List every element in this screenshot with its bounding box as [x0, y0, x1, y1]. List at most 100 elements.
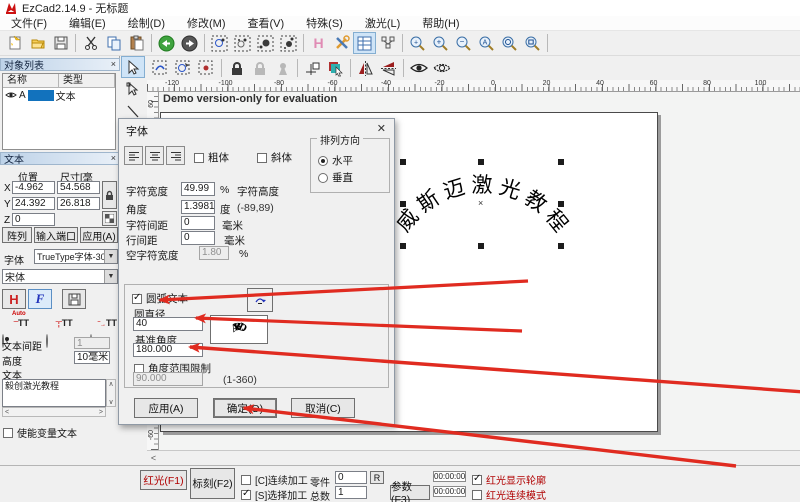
select-tool-button[interactable] [121, 56, 145, 78]
chevron-down-icon[interactable]: ▼ [104, 250, 117, 263]
selection-handle[interactable] [558, 243, 564, 249]
align-left-button[interactable] [124, 146, 143, 165]
canvas-hscrollbar[interactable]: < [147, 450, 800, 464]
menu-item[interactable]: 帮助(H) [411, 15, 470, 31]
scroll-left-icon[interactable]: < [5, 409, 9, 416]
undo-button[interactable] [155, 32, 178, 54]
menu-item[interactable]: 编辑(E) [58, 15, 117, 31]
continuous-mode-checkbox[interactable]: [C]连续加工 [241, 472, 308, 487]
save-style-button[interactable] [62, 289, 86, 309]
angle-limit-field[interactable]: 90.000 [133, 372, 203, 386]
zoom-in-button[interactable]: + [429, 32, 452, 54]
text-vscrollbar[interactable]: ∧∨ [106, 379, 116, 407]
dialog-cancel-button[interactable]: 取消(C) [291, 398, 355, 418]
menu-item[interactable]: 绘制(D) [117, 15, 176, 31]
snap-grid-button[interactable] [301, 57, 324, 79]
redo-button[interactable] [178, 32, 201, 54]
select-all-button[interactable] [149, 57, 172, 79]
char-width-field[interactable]: 49.99 [181, 182, 215, 196]
select-mode-checkbox[interactable]: [S]选择加工 [241, 487, 307, 502]
scroll-right-icon[interactable]: > [99, 409, 103, 416]
open-file-button[interactable] [26, 32, 49, 54]
display-dots-1-button[interactable] [208, 32, 231, 54]
show-preview-button[interactable] [407, 57, 430, 79]
diameter-field[interactable]: 40 [133, 317, 203, 331]
font-type-combo[interactable]: TrueType字体-30 ▼ [34, 249, 118, 264]
dialog-apply-button[interactable]: 应用(A) [134, 398, 198, 418]
mark-button[interactable]: 标刻(F2) [190, 468, 235, 499]
menu-item[interactable]: 查看(V) [237, 15, 296, 31]
scroll-up-icon[interactable]: ∧ [108, 380, 113, 388]
invert-select-button[interactable] [172, 57, 195, 79]
height-field[interactable]: 10毫米 [74, 351, 110, 364]
italic-checkbox[interactable]: 斜体 [257, 150, 292, 165]
deselect-button[interactable] [195, 57, 218, 79]
spacing-char-radio[interactable] [46, 334, 48, 348]
zoom-selection-button[interactable] [498, 32, 521, 54]
bring-cursor-button[interactable] [324, 57, 347, 79]
node-edit-tool-button[interactable] [121, 78, 145, 100]
object-color-swatch[interactable] [28, 90, 54, 101]
hatch-text-button[interactable]: H [2, 289, 26, 309]
selection-handle[interactable] [478, 159, 484, 165]
copy-button[interactable] [102, 32, 125, 54]
y-position-field[interactable]: 24.392 [12, 197, 55, 210]
vertical-radio[interactable]: 垂直 [318, 170, 353, 185]
zoom-window-button[interactable]: + [406, 32, 429, 54]
params-table-button[interactable] [353, 32, 376, 54]
scroll-left-icon[interactable]: < [147, 451, 160, 464]
object-row[interactable]: A 文本 [3, 88, 115, 102]
input-port-button[interactable]: 输入端口 [34, 227, 78, 243]
char-space-field[interactable]: 0 [181, 216, 215, 230]
cut-button[interactable] [79, 32, 102, 54]
menu-item[interactable]: 特殊(S) [295, 15, 354, 31]
show-path-button[interactable] [430, 57, 453, 79]
angle-field[interactable]: 1.39811 [181, 200, 215, 214]
save-file-button[interactable] [49, 32, 72, 54]
red-continuous-checkbox[interactable]: 红光连续模式 [472, 487, 546, 502]
selection-handle[interactable] [558, 201, 564, 207]
close-icon[interactable]: × [111, 154, 116, 163]
text-content-area[interactable]: 毅创激光教程 [2, 379, 106, 407]
selection-handle[interactable] [400, 243, 406, 249]
anchor-grid-button[interactable] [102, 211, 117, 226]
menu-item[interactable]: 文件(F) [0, 15, 58, 31]
zoom-all-button[interactable]: A [475, 32, 498, 54]
close-icon[interactable]: × [111, 60, 116, 69]
bold-checkbox[interactable]: 粗体 [194, 150, 229, 165]
red-light-button[interactable]: 红光(F1) [140, 470, 187, 490]
mirror-horizontal-button[interactable] [354, 57, 377, 79]
circle-text-checkbox[interactable]: 圆弧文本 [132, 291, 188, 306]
mirror-vertical-button[interactable] [377, 57, 400, 79]
zoom-page-button[interactable] [521, 32, 544, 54]
arc-preview-button[interactable]: ABCD [210, 315, 268, 344]
font-name-combo[interactable]: 宋体 ▼ [2, 269, 118, 284]
display-dots-2-button[interactable] [231, 32, 254, 54]
dialog-close-icon[interactable]: ✕ [377, 122, 386, 135]
column-type[interactable]: 类型 [59, 74, 115, 88]
text-direction-toggle-button[interactable] [247, 288, 273, 312]
display-dots-4-button[interactable] [277, 32, 300, 54]
lock-disabled-button[interactable] [248, 57, 271, 79]
params-button[interactable]: 参数(F3) [390, 485, 430, 500]
object-browser-button[interactable] [376, 32, 399, 54]
x-size-field[interactable]: 54.568 [57, 181, 100, 194]
text-spacing-field[interactable]: 1 [74, 337, 110, 349]
align-right-button[interactable] [166, 146, 185, 165]
font-style-button[interactable]: F [28, 289, 52, 309]
base-angle-field[interactable]: 180.000 [133, 343, 203, 357]
system-params-button[interactable] [330, 32, 353, 54]
apply-button[interactable]: 应用(A) [80, 227, 118, 243]
aspect-lock-button[interactable] [102, 181, 117, 209]
menu-item[interactable]: 激光(L) [354, 15, 411, 31]
selection-handle[interactable] [558, 159, 564, 165]
total-count-field[interactable]: 1 [335, 486, 367, 499]
new-file-button[interactable] [3, 32, 26, 54]
menu-item[interactable]: 修改(M) [176, 15, 237, 31]
line-space-field[interactable]: 0 [181, 231, 215, 245]
array-button[interactable]: 阵列 [2, 227, 32, 243]
scroll-down-icon[interactable]: ∨ [108, 398, 113, 406]
paste-button[interactable] [125, 32, 148, 54]
y-size-field[interactable]: 26.818 [57, 197, 100, 210]
unlock-button[interactable] [271, 57, 294, 79]
